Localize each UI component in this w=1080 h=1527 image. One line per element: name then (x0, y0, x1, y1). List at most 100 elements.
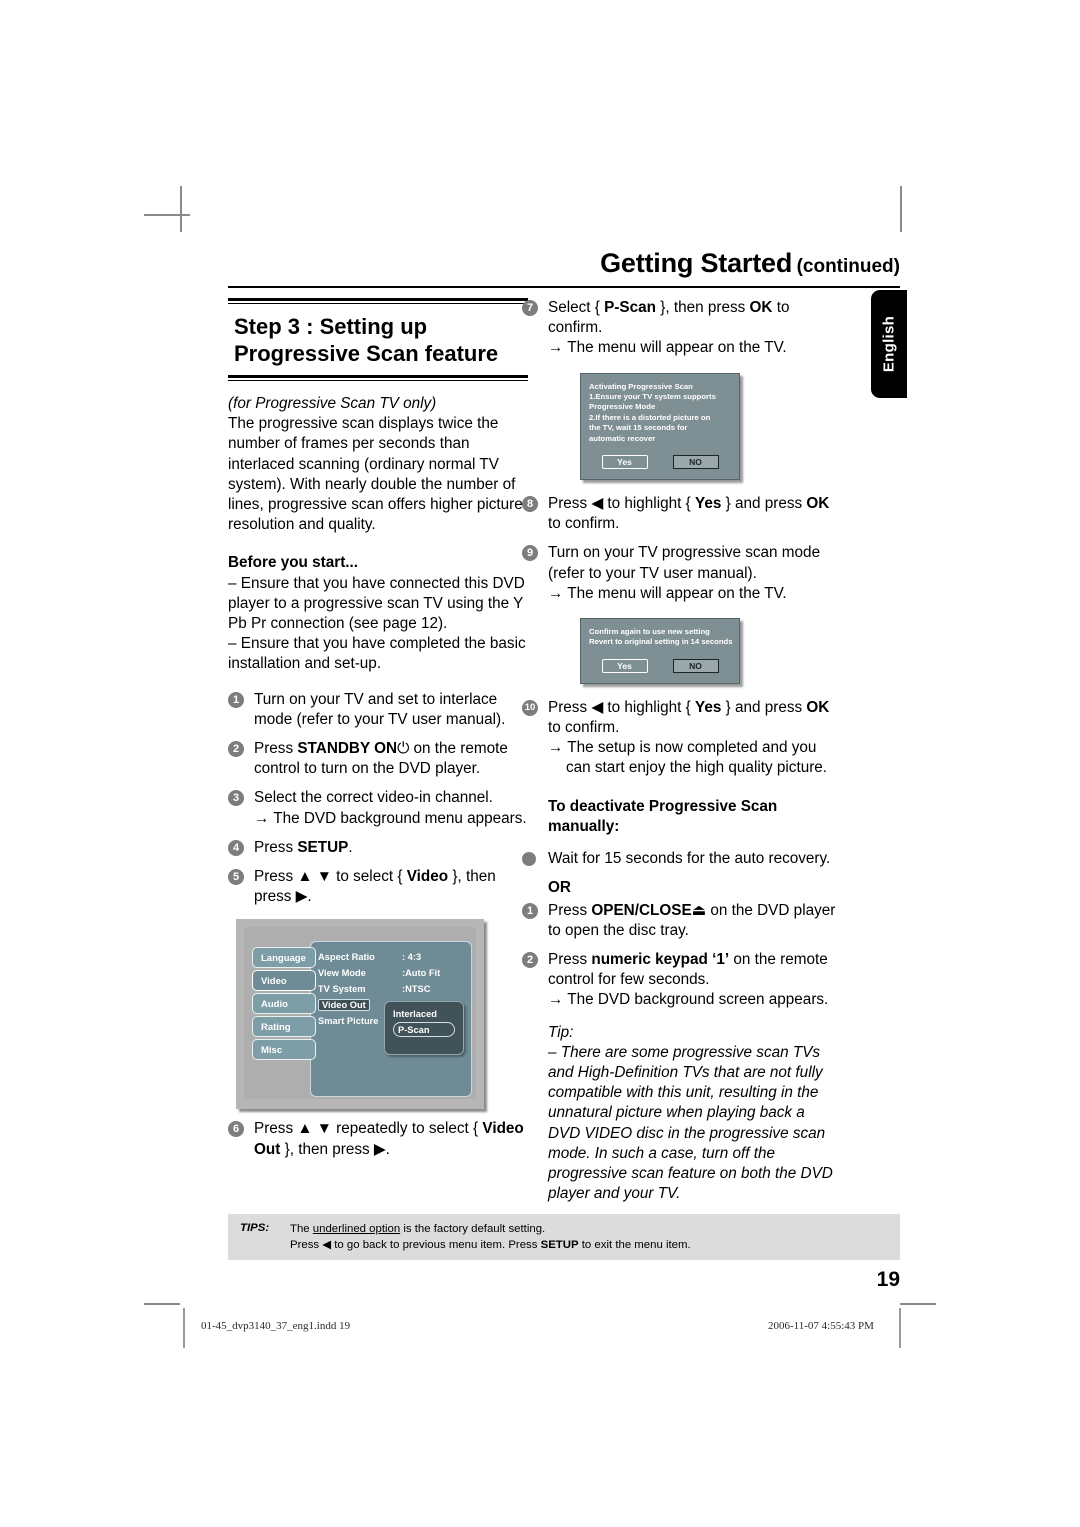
tv-dialog-activating-progressive-scan: Activating Progressive Scan 1.Ensure you… (580, 372, 740, 481)
step-number-badge: 5 (228, 869, 244, 886)
video-label: Video (406, 868, 449, 886)
numeric-keypad-label: numeric keypad ‘1’ (591, 950, 730, 968)
step-result-text: → The DVD background menu appears. (254, 809, 527, 827)
step-text-pre: Press (254, 838, 298, 856)
list-item: Wait for 15 seconds for the auto recover… (522, 849, 840, 869)
step-number-badge: 9 (522, 545, 538, 562)
setup-menu-tabs: Language Video Audio Rating Misc (252, 947, 316, 1062)
step-text-pre: Select { (548, 299, 605, 316)
setup-label: SETUP (297, 838, 349, 856)
bullet-text: Wait for 15 seconds for the auto recover… (548, 850, 831, 868)
list-item: 5 Press ▲ ▼ to select { Video }, then pr… (228, 867, 528, 907)
setup-tab-misc: Misc (252, 1039, 316, 1061)
yes-label: Yes (694, 495, 722, 513)
step-text-post: . (348, 838, 353, 856)
setup-row-tv-system: TV System :NTSC (318, 981, 466, 997)
ok-label: OK (806, 698, 830, 716)
tip-text: – There are some progressive scan TVs an… (548, 1043, 833, 1203)
page-title-continued: (continued) (796, 256, 900, 277)
tip-label: Tip: (548, 1023, 574, 1041)
intro-body-text: The progressive scan displays twice the … (228, 415, 523, 534)
step-text-post: }, then press ▶. (280, 1140, 390, 1158)
step-text-pre: Press ▲ ▼ repeatedly to select { (254, 1120, 483, 1138)
list-item: 9 Turn on your TV progressive scan mode … (522, 543, 840, 604)
tv-dialog-buttons: Yes NO (589, 455, 731, 470)
setup-key-label: SETUP (540, 1239, 579, 1251)
setup-tab-language: Language (252, 947, 316, 969)
tv-dialog-yes-button: Yes (601, 455, 648, 470)
tips-footer-box: TIPS: The underlined option is the facto… (228, 1214, 900, 1260)
step-result-text: → The menu will appear on the TV. (548, 339, 787, 357)
tv-dialog-line: 2.If there is a distorted picture on (589, 412, 711, 422)
list-item: 10 Press ◀ to highlight { Yes } and pres… (522, 698, 840, 779)
step-number-badge: 7 (522, 300, 538, 316)
tips-line2-post: to exit the menu item. (578, 1239, 691, 1251)
list-item: 7 Select { P-Scan }, then press OK to co… (522, 298, 840, 359)
list-item: 4 Press SETUP. (228, 838, 528, 858)
tv-dialog-line: Revert to original setting in 14 seconds (589, 637, 733, 647)
step-number-badge: 1 (228, 691, 244, 708)
setup-row-label: Video Out (318, 999, 370, 1012)
page-title: Getting Started (600, 248, 793, 278)
standby-on-label: STANDBY ON (297, 740, 398, 758)
step-number-badge: 8 (522, 496, 538, 513)
setup-row-label: Smart Picture (318, 1016, 379, 1027)
setup-row-label: TV System (318, 984, 366, 995)
eject-icon: ⏏ (691, 901, 707, 919)
pscan-label: P-Scan (604, 299, 656, 316)
step-text-mid: }, then press (655, 299, 750, 316)
step-text: Turn on your TV progressive scan mode (r… (548, 544, 821, 582)
step-text-pre: Press ◀ to highlight { (548, 698, 695, 716)
footer-filename: 01-45_dvp3140_37_eng1.indd 19 (201, 1320, 351, 1332)
or-label: OR (548, 879, 571, 897)
submenu-option-interlaced: Interlaced (393, 1009, 437, 1020)
step-result-text: → The menu will appear on the TV. (548, 584, 787, 602)
step-heading-line1: Step 3 : Setting up (234, 314, 428, 339)
step-number-badge: 2 (228, 741, 244, 758)
step-number-badge: 1 (522, 902, 538, 919)
setup-row-value: :NTSC (402, 984, 431, 995)
right-column: 7 Select { P-Scan }, then press OK to co… (522, 298, 840, 1204)
setup-row-view-mode: View Mode :Auto Fit (318, 965, 466, 981)
list-item: 3 Select the correct video-in channel. →… (228, 788, 528, 828)
tv-dialog-line: 1.Ensure your TV system supports (589, 392, 716, 402)
setup-menu-inner: Language Video Audio Rating Misc Aspect … (244, 927, 476, 1100)
language-tab-label: English (880, 315, 898, 373)
tips-line-1: The underlined option is the factory def… (290, 1221, 691, 1237)
footer-bar-right (899, 1308, 901, 1348)
ok-label: OK (806, 495, 830, 513)
before-item-1: – Ensure that you have connected this DV… (228, 574, 525, 633)
step-text-post: to confirm. (548, 719, 620, 737)
setup-row-label: View Mode (318, 968, 366, 979)
step-result-text: → The setup is now completed and you can… (548, 739, 828, 777)
step-result-text: → The DVD background screen appears. (548, 991, 829, 1009)
left-column: Step 3 : Setting up Progressive Scan fea… (228, 298, 528, 1169)
crop-mark-top-right-v (900, 186, 902, 232)
setup-menu-screenshot: Language Video Audio Rating Misc Aspect … (236, 919, 484, 1110)
footer-bar-left (183, 1308, 185, 1348)
deactivate-heading: To deactivate Progressive Scan manually: (522, 797, 840, 837)
step-number-badge: 10 (522, 699, 538, 716)
footer-timestamp: 2006-11-07 4:55:43 PM (768, 1320, 874, 1332)
submenu-option-pscan: P-Scan (393, 1022, 455, 1038)
list-item: 6 Press ▲ ▼ repeatedly to select { Video… (228, 1119, 528, 1159)
list-item: 1 Press OPEN/CLOSE⏏ on the DVD player to… (522, 901, 840, 941)
step-rule-bottom (228, 375, 528, 381)
tips-line1-post: is the factory default setting. (400, 1223, 546, 1235)
before-you-start-heading: Before you start... (228, 554, 359, 572)
tips-underlined-option: underlined option (312, 1223, 401, 1235)
list-item: 2 Press STANDBY ON⏻ on the remote contro… (228, 739, 528, 779)
step-text-pre: Press ▲ ▼ to select { (254, 868, 407, 886)
language-tab: English (871, 290, 907, 398)
tv-dialog-no-button: NO (672, 455, 719, 470)
header-divider (228, 286, 900, 288)
step-text-post: to confirm. (548, 515, 620, 533)
tips-line-2: Press ◀ to go back to previous menu item… (290, 1237, 691, 1253)
setup-tab-video: Video (252, 970, 316, 992)
list-item: 8 Press ◀ to highlight { Yes } and press… (522, 494, 840, 534)
tv-dialog-line: Activating Progressive Scan (589, 381, 693, 391)
setup-submenu-video-out: Interlaced P-Scan (384, 1001, 464, 1056)
setup-row-label: Aspect Ratio (318, 952, 375, 963)
step-text-mid: } and press (721, 698, 807, 716)
step-number-badge: 4 (228, 839, 244, 856)
